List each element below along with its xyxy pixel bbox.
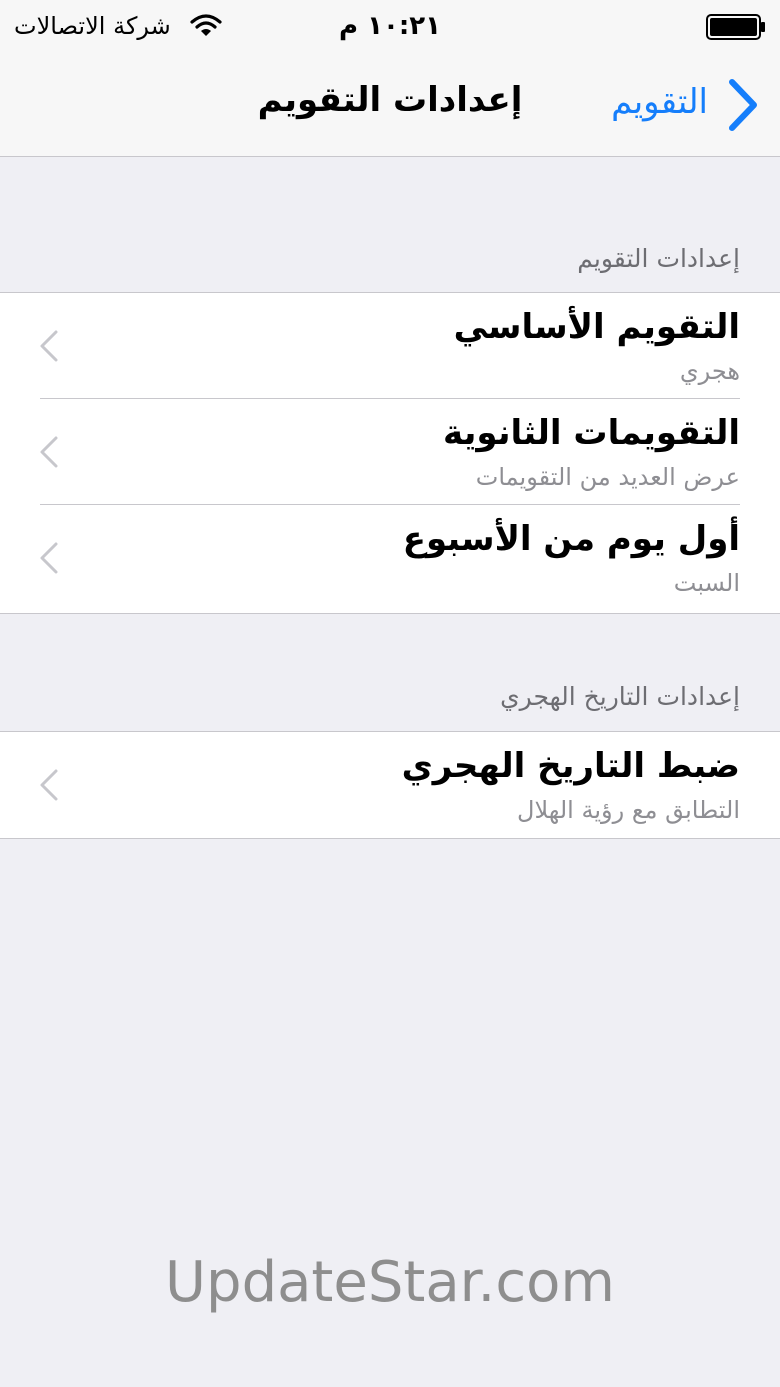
- row-subtitle: عرض العديد من التقويمات: [475, 463, 740, 491]
- row-title: ضبط التاريخ الهجري: [401, 746, 740, 786]
- watermark: UpdateStar.com: [165, 1250, 615, 1315]
- chevron-left-icon: [40, 330, 58, 362]
- row-title: التقويمات الثانوية: [443, 413, 740, 453]
- row-title: أول يوم من الأسبوع: [402, 519, 740, 559]
- chevron-right-icon: [729, 79, 757, 131]
- section-header-hijri-settings: إعدادات التاريخ الهجري: [500, 682, 740, 711]
- row-first-day-of-week[interactable]: أول يوم من الأسبوع السبت: [0, 505, 780, 611]
- back-button[interactable]: التقويم: [600, 74, 770, 134]
- page-title: إعدادات التقويم: [257, 80, 523, 120]
- status-time: ١٠:٢١ م: [339, 11, 441, 41]
- row-subtitle: التطابق مع رؤية الهلال: [517, 796, 740, 824]
- battery-icon: [706, 14, 765, 40]
- row-subtitle: هجري: [679, 357, 740, 385]
- row-adjust-hijri-date[interactable]: ضبط التاريخ الهجري التطابق مع رؤية الهلا…: [0, 732, 780, 838]
- section-header-calendar-settings: إعدادات التقويم: [577, 244, 740, 273]
- chevron-left-icon: [40, 436, 58, 468]
- row-secondary-calendars[interactable]: التقويمات الثانوية عرض العديد من التقويم…: [0, 399, 780, 505]
- calendar-settings-group: التقويم الأساسي هجري التقويمات الثانوية …: [0, 292, 780, 614]
- row-subtitle: السبت: [673, 569, 740, 597]
- chevron-left-icon: [40, 542, 58, 574]
- status-bar: شركة الاتصالات ١٠:٢١ م: [0, 0, 780, 56]
- nav-bar: إعدادات التقويم التقويم: [0, 56, 780, 156]
- chevron-left-icon: [40, 769, 58, 801]
- hijri-settings-group: ضبط التاريخ الهجري التطابق مع رؤية الهلا…: [0, 731, 780, 839]
- back-button-label: التقويم: [611, 82, 708, 122]
- row-title: التقويم الأساسي: [453, 307, 740, 347]
- row-primary-calendar[interactable]: التقويم الأساسي هجري: [0, 293, 780, 399]
- header: شركة الاتصالات ١٠:٢١ م إعدادات التقويم ا…: [0, 0, 780, 157]
